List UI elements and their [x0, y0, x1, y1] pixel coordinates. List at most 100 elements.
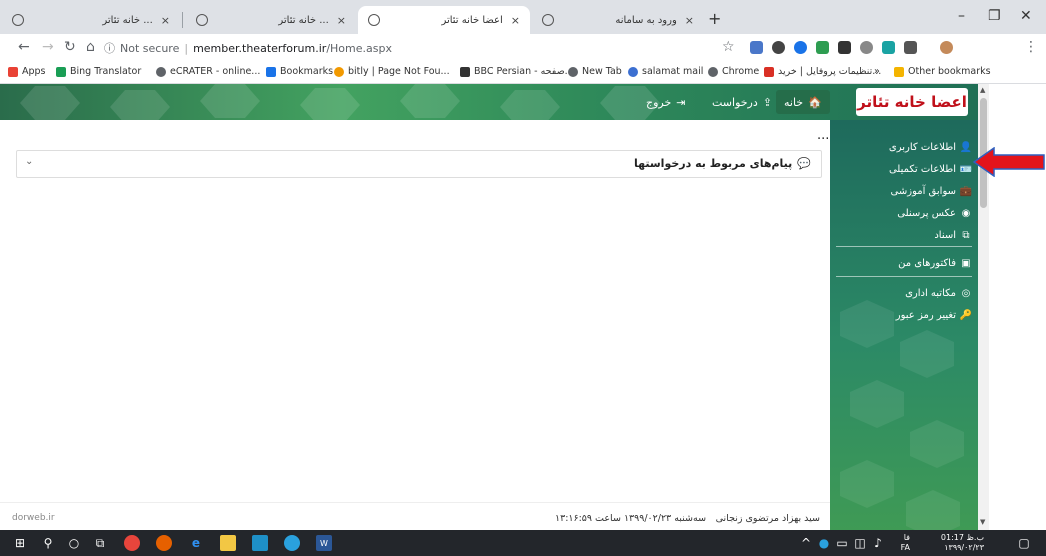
bookmarks-overflow-button[interactable]: »: [874, 66, 880, 77]
language-code: FA: [900, 543, 910, 552]
word-taskbar-icon[interactable]: W: [316, 535, 332, 551]
bookmark-salamat-mail[interactable]: salamat mail: [628, 66, 703, 77]
bookmark-bbc-persian[interactable]: BBC Persian - صفحه...: [460, 66, 574, 77]
task-view-icon[interactable]: ⧉: [92, 535, 108, 551]
tray-telegram-icon[interactable]: ●: [816, 535, 832, 551]
nav-home[interactable]: 🏠 خانه: [776, 90, 830, 114]
extension-icon[interactable]: [860, 41, 873, 54]
globe-icon: [708, 66, 718, 77]
new-tab-button[interactable]: +: [708, 9, 721, 28]
sidebar-item-user-info[interactable]: 👤 اطلاعات کاربری: [889, 138, 972, 156]
bookmark-bitly[interactable]: bitly | Page Not Fou...: [334, 66, 450, 77]
folder-icon: [894, 66, 904, 77]
sidebar-item-label: فاکتورهای من: [898, 257, 956, 269]
chevron-down-icon[interactable]: ⌄: [25, 156, 33, 167]
header-pattern: [110, 90, 170, 120]
footer-credit[interactable]: dorweb.ir: [12, 513, 55, 523]
windows-start-icon[interactable]: ⊞: [12, 535, 28, 551]
scroll-down-icon[interactable]: ▼: [980, 518, 985, 526]
reload-button[interactable]: ↻: [64, 39, 76, 55]
panel-title-text: پیام‌های مربوط به درخواستها: [633, 157, 793, 170]
telegram-taskbar-icon[interactable]: [284, 535, 300, 551]
language-indicator[interactable]: فا FA: [888, 533, 910, 553]
close-tab-icon[interactable]: ×: [337, 14, 346, 27]
chrome-taskbar-icon[interactable]: [124, 535, 140, 551]
sidebar-pattern: [840, 460, 894, 508]
bookmark-bookmarks[interactable]: Bookmarks: [266, 66, 333, 77]
user-sidebar: 👤 اطلاعات کاربری 🪪 اطلاعات تکمیلی 💼 سواب…: [830, 120, 978, 530]
battery-icon[interactable]: ▭: [834, 535, 850, 551]
extension-icon[interactable]: [838, 41, 851, 54]
bookmark-chrome[interactable]: Chrome: [708, 66, 759, 77]
sidebar-item-photo[interactable]: ◉ عکس پرسنلی: [897, 204, 972, 222]
sidebar-pattern: [850, 380, 904, 428]
requests-messages-panel[interactable]: 💬 پیام‌های مربوط به درخواستها ⌄: [16, 150, 822, 178]
minimize-button[interactable]: –: [958, 8, 965, 24]
taskbar-clock[interactable]: 01:17 ب.ظ ۱۳۹۹/۰۲/۲۳: [920, 533, 984, 553]
globe-icon: [12, 14, 24, 26]
browser-tab-4[interactable]: ورود به سامانه ×: [532, 6, 704, 34]
nav-request[interactable]: ⇪ درخواست: [704, 90, 780, 114]
extension-icon[interactable]: [794, 41, 807, 54]
close-tab-icon[interactable]: ×: [685, 14, 694, 27]
sidebar-item-education[interactable]: 💼 سوابق آموزشی: [891, 182, 972, 200]
footer-datetime: سه‌شنبه ۱۳۹۹/۰۲/۲۳ ساعت ۱۳:۱۶:۵۹: [555, 513, 707, 524]
chevron-up-icon[interactable]: ^: [798, 535, 814, 551]
file-explorer-icon[interactable]: [220, 535, 236, 551]
browser-tab-1[interactable]: ... خانه تئاتر ×: [2, 6, 180, 34]
bookmark-bing-translator[interactable]: Bing Translator: [56, 66, 141, 77]
nav-sign-out[interactable]: ⇥ خروج: [638, 90, 694, 114]
extension-icon[interactable]: [904, 41, 917, 54]
back-button[interactable]: ←: [18, 39, 30, 55]
tab-title: ورود به سامانه: [615, 14, 677, 26]
site-brand-logo[interactable]: اعضا خانه تئاتر: [856, 88, 968, 116]
info-icon[interactable]: ⓘ: [104, 40, 115, 56]
globe-icon: [156, 66, 166, 77]
network-icon[interactable]: ◫: [852, 535, 868, 551]
close-tab-icon[interactable]: ×: [161, 14, 170, 27]
edge-taskbar-icon[interactable]: e: [188, 535, 204, 551]
profile-site-icon: [764, 66, 774, 77]
sidebar-item-documents[interactable]: ⧉ اسناد: [934, 226, 972, 244]
scroll-up-icon[interactable]: ▲: [980, 86, 985, 94]
address-bar[interactable]: ⓘ Not secure | member.theaterforum.ir /H…: [104, 37, 744, 59]
annotation-arrow: [972, 147, 1045, 177]
key-icon: 🔑: [959, 309, 972, 321]
header-pattern: [300, 88, 360, 120]
search-icon[interactable]: ⚲: [40, 535, 56, 551]
bookmark-apps[interactable]: Apps: [8, 66, 46, 77]
extension-icon[interactable]: [882, 41, 895, 54]
home-button[interactable]: ⌂: [86, 39, 95, 55]
extension-icon[interactable]: [750, 41, 763, 54]
bookmark-other[interactable]: Other bookmarks: [894, 66, 991, 77]
volume-icon[interactable]: ♪: [870, 535, 886, 551]
sidebar-item-supplementary-info[interactable]: 🪪 اطلاعات تکمیلی: [889, 160, 972, 178]
browser-tab-2[interactable]: ... خانه تئاتر ×: [186, 6, 356, 34]
profile-avatar[interactable]: [940, 41, 953, 54]
forward-button[interactable]: →: [42, 39, 54, 55]
app-taskbar-icon[interactable]: [252, 535, 268, 551]
restore-button[interactable]: ❐: [988, 8, 1001, 24]
nav-label: خروج: [646, 95, 672, 109]
sidebar-item-change-password[interactable]: 🔑 تغییر رمز عبور: [896, 306, 972, 324]
sidebar-item-invoices[interactable]: ▣ فاکتورهای من: [898, 254, 972, 272]
cortana-icon[interactable]: ○: [66, 535, 82, 551]
sidebar-item-correspondence[interactable]: ◎ مکاتبه اداری: [905, 284, 972, 302]
home-icon: 🏠: [808, 95, 822, 109]
close-tab-icon[interactable]: ×: [511, 14, 520, 27]
globe-icon: [368, 14, 380, 26]
extension-icon[interactable]: [816, 41, 829, 54]
mail-icon: [628, 66, 638, 77]
menu-kebab-icon[interactable]: ⋮: [1024, 39, 1038, 55]
close-window-button[interactable]: ✕: [1020, 8, 1032, 24]
bookmark-profile-settings[interactable]: تنظیمات پروفایل | خرید...: [764, 66, 881, 77]
browser-tab-3-active[interactable]: اعضا خانه تئاتر ×: [358, 6, 530, 34]
star-bookmark-icon[interactable]: ☆: [722, 39, 735, 55]
firefox-taskbar-icon[interactable]: [156, 535, 172, 551]
extension-icon[interactable]: [772, 41, 785, 54]
bookmark-new-tab[interactable]: New Tab: [568, 66, 622, 77]
notifications-icon[interactable]: ▢: [1016, 535, 1032, 551]
browser-tab-strip: ... خانه تئاتر × ... خانه تئاتر × اعضا خ…: [0, 0, 1046, 34]
globe-icon: [542, 14, 554, 26]
bookmark-ecrater[interactable]: eCRATER - online...: [156, 66, 260, 77]
